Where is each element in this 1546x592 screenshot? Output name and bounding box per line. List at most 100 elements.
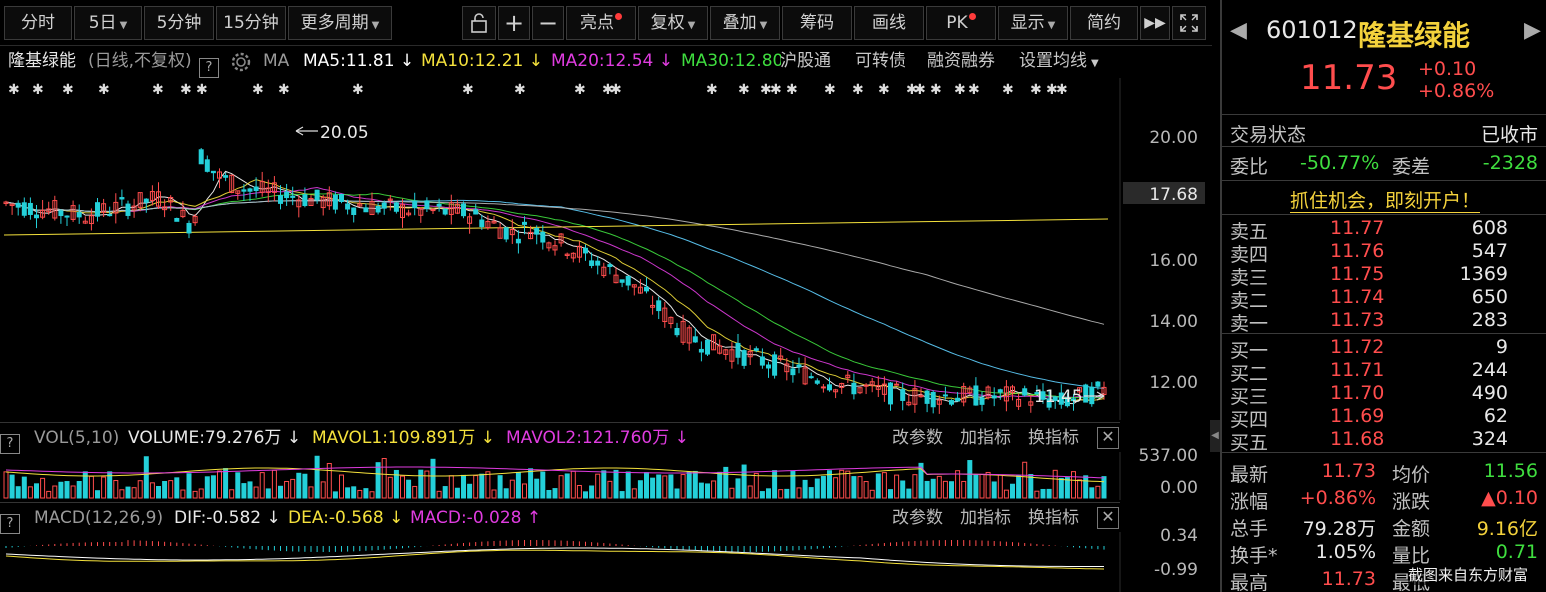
stat-label: 涨幅 <box>1230 491 1269 513</box>
candle-body <box>796 364 802 368</box>
bid-row[interactable]: 买三 11.70 490 <box>1222 382 1546 408</box>
down-arrow-icon: ↓ <box>399 51 415 71</box>
display-button[interactable]: 显示 ▼ <box>998 6 1068 40</box>
candle-body <box>351 207 357 216</box>
volume-bar <box>881 472 887 499</box>
stat-value: +0.86% <box>1299 487 1376 509</box>
pk-button[interactable]: PK <box>926 6 996 40</box>
zoom-in-button[interactable]: + <box>498 6 530 40</box>
link-margin-trading[interactable]: 融资融券 <box>927 46 995 76</box>
candle-body <box>210 170 216 174</box>
candle-body <box>473 209 479 215</box>
collapse-handle[interactable]: ◀ <box>1210 420 1220 452</box>
down-arrow-icon: ↓ <box>658 51 673 71</box>
adjust-button[interactable]: 复权 ▼ <box>638 6 708 40</box>
volume-value: VOLUME:79.276万 ↓ <box>128 423 301 453</box>
volume-bar <box>802 479 808 499</box>
candle-body <box>942 394 948 397</box>
volume-bar <box>540 471 546 499</box>
ask-row[interactable]: 卖四 11.76 547 <box>1222 240 1546 266</box>
macd-chart[interactable] <box>0 532 1212 592</box>
price-change-pct: +0.86% <box>1418 80 1495 102</box>
macd-edit-params-button[interactable]: 改参数 <box>892 503 943 533</box>
fullscreen-button[interactable] <box>1172 6 1206 40</box>
volume-bar <box>137 480 143 499</box>
period-5min-button[interactable]: 5分钟 <box>144 6 214 40</box>
ask-row[interactable]: 卖二 11.74 650 <box>1222 286 1546 312</box>
bid-row[interactable]: 买一 11.72 9 <box>1222 336 1546 362</box>
volume-edit-params-button[interactable]: 改参数 <box>892 423 943 453</box>
volume-bar <box>692 470 698 499</box>
previous-stock-button[interactable]: ◀ <box>1230 18 1247 43</box>
level-price: 11.74 <box>1330 286 1385 308</box>
draw-line-button[interactable]: 画线 <box>854 6 924 40</box>
ma5-value: MA5:11.81 ↓ <box>303 46 414 76</box>
volume-add-indicator-button[interactable]: 加指标 <box>960 423 1011 453</box>
volume-bar <box>58 481 64 499</box>
ask-row[interactable]: 卖一 11.73 283 <box>1222 309 1546 335</box>
next-stock-button[interactable]: ▶ <box>1524 18 1541 43</box>
event-marker-icon: ✱ <box>462 82 474 98</box>
ask-row[interactable]: 卖三 11.75 1369 <box>1222 263 1546 289</box>
order-ratio-label: 委比 <box>1230 156 1269 178</box>
volume-chart[interactable] <box>0 452 1212 500</box>
event-marker-icon: ✱ <box>968 82 980 98</box>
kline-chart[interactable]: ✱ ✱ ✱ ✱ ✱ ✱ ✱ ✱ ✱ ✱ ✱ ✱ ✱ ✱✱ ✱ ✱ ✱✱ ✱ ✱ ✱ ✱ ✱✱ ✱ ✱ ✱ ✱ ✱ ✱✱ 20.05 1… <box>0 78 1212 420</box>
volume-bar <box>894 474 900 499</box>
candle-body <box>814 380 820 384</box>
set-ma-button[interactable]: 设置均线 ▼ <box>1019 46 1099 79</box>
bid-row[interactable]: 买五 11.68 324 <box>1222 428 1546 454</box>
period-5day-button[interactable]: 5日 ▼ <box>74 6 142 40</box>
button-label: PK <box>946 13 968 33</box>
open-account-promo[interactable]: 抓住机会，即刻开户！ <box>1222 186 1546 213</box>
candle-body <box>644 286 649 292</box>
chips-button[interactable]: 筹码 <box>782 6 852 40</box>
promo-link[interactable]: 抓住机会，即刻开户！ <box>1289 190 1480 213</box>
macd-switch-indicator-button[interactable]: 换指标 <box>1028 503 1079 533</box>
volume-bar <box>644 472 649 499</box>
macd-close-icon[interactable]: ✕ <box>1097 507 1119 529</box>
ask-row[interactable]: 卖五 11.77 608 <box>1222 217 1546 243</box>
candle-body <box>1083 384 1089 403</box>
lock-button[interactable] <box>462 6 496 40</box>
volume-bar <box>400 475 405 499</box>
simple-mode-button[interactable]: 简约 <box>1070 6 1138 40</box>
volume-bar <box>491 489 497 499</box>
bid-row[interactable]: 买二 11.71 244 <box>1222 359 1546 385</box>
more-periods-button[interactable]: 更多周期 ▼ <box>288 6 392 40</box>
volume-bar <box>637 480 643 499</box>
link-hk-connect[interactable]: 沪股通 <box>780 46 831 76</box>
volume-bar <box>418 469 424 499</box>
volume-bar <box>1034 490 1040 499</box>
overlay-button[interactable]: 叠加 ▼ <box>710 6 780 40</box>
candle-body <box>979 397 985 405</box>
candle-body <box>107 214 113 217</box>
level-price: 11.69 <box>1330 405 1385 427</box>
volume-bar <box>186 473 192 499</box>
bid-row[interactable]: 买四 11.69 62 <box>1222 405 1546 431</box>
volume-bar <box>375 462 381 499</box>
period-intraday-button[interactable]: 分时 <box>4 6 72 40</box>
help-label: ? <box>199 58 219 78</box>
volume-bar <box>570 470 576 499</box>
candle-body <box>125 203 131 216</box>
volume-bar <box>564 473 570 499</box>
volume-panel-header: ? VOL(5,10) VOLUME:79.276万 ↓ MAVOL1:109.… <box>0 422 1120 454</box>
macd-add-indicator-button[interactable]: 加指标 <box>960 503 1011 533</box>
volume-bar <box>747 485 753 499</box>
candle-body <box>790 368 796 376</box>
volume-switch-indicator-button[interactable]: 换指标 <box>1028 423 1079 453</box>
help-icon[interactable]: ? <box>199 51 219 81</box>
last-price: 11.73 <box>1300 58 1398 98</box>
volume-bar <box>619 491 625 499</box>
period-15min-button[interactable]: 15分钟 <box>216 6 286 40</box>
volume-bar <box>168 480 174 499</box>
forward-button[interactable]: ▶▶ <box>1140 6 1170 40</box>
candle-body <box>174 217 180 222</box>
highlights-button[interactable]: 亮点 <box>566 6 636 40</box>
zoom-out-button[interactable]: − <box>532 6 564 40</box>
link-convertible-bond[interactable]: 可转债 <box>855 46 906 76</box>
candle-body <box>863 384 869 387</box>
volume-close-icon[interactable]: ✕ <box>1097 427 1119 449</box>
volume-bar <box>34 483 39 499</box>
